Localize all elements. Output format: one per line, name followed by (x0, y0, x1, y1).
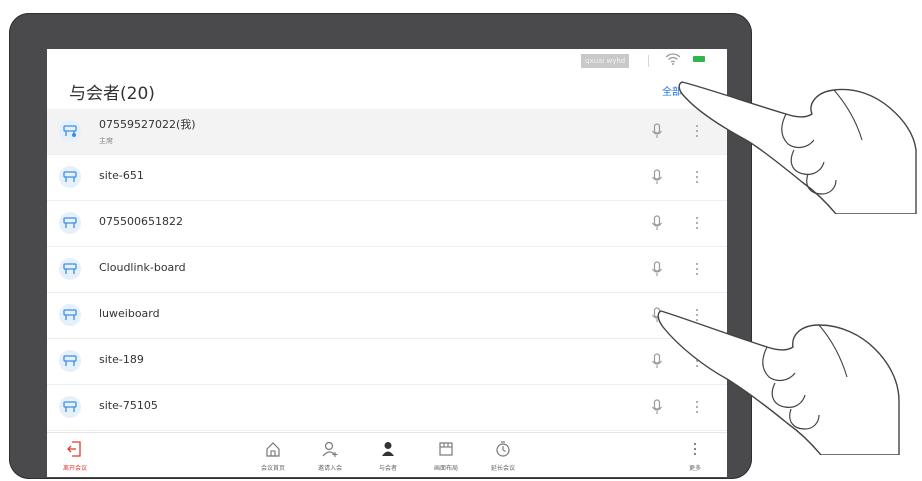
more-options-icon[interactable] (695, 215, 699, 231)
home-icon (266, 442, 280, 457)
device-icon (59, 120, 81, 142)
add-user-icon (322, 441, 338, 457)
device-icon (59, 166, 81, 188)
leave-meeting-label: 离开会议 (62, 465, 87, 472)
invite-button[interactable]: 邀请入会 (310, 433, 350, 477)
app-screen: qxuai wyhd 与会者(20) 全部静音 07559527022(我) 主… (47, 49, 727, 477)
layout-label: 画面布局 (433, 465, 458, 472)
participant-row[interactable]: Cloudlink-board (47, 247, 727, 293)
battery-icon (693, 56, 705, 62)
participant-name: site-651 (99, 169, 144, 182)
microphone-icon[interactable] (651, 261, 663, 277)
invite-label: 邀请入会 (317, 465, 342, 472)
participants-button[interactable]: 与会者 (368, 433, 408, 477)
participant-name: site-75105 (99, 399, 158, 412)
participant-row[interactable]: site-75105 (47, 385, 727, 431)
participant-name: site-189 (99, 353, 144, 366)
network-label: qxuai wyhd (581, 54, 630, 68)
person-icon (382, 442, 394, 456)
device-icon (59, 396, 81, 418)
layout-icon (439, 442, 453, 456)
device-icon (59, 350, 81, 372)
page-title: 与会者(20) (69, 84, 155, 104)
wifi-icon (665, 53, 681, 65)
participants-label: 与会者 (378, 465, 397, 472)
extend-meeting-button[interactable]: 延长会议 (483, 433, 523, 477)
page-header: 与会者(20) 全部静音 (47, 71, 727, 111)
more-options-icon[interactable] (695, 261, 699, 277)
pointing-hand-icon (678, 81, 917, 214)
status-bar: qxuai wyhd (47, 49, 727, 69)
layout-button[interactable]: 画面布局 (426, 433, 466, 477)
participant-row[interactable]: luweiboard (47, 293, 727, 339)
participant-row[interactable]: site-651 (47, 155, 727, 201)
status-divider (648, 55, 649, 67)
tablet-frame: qxuai wyhd 与会者(20) 全部静音 07559527022(我) 主… (9, 13, 752, 479)
timer-icon (496, 441, 510, 457)
participant-role: 主席 (99, 137, 113, 145)
participant-row[interactable]: 075500651822 (47, 201, 727, 247)
device-icon (59, 304, 81, 326)
microphone-icon[interactable] (651, 169, 663, 185)
device-icon (59, 258, 81, 280)
participant-row[interactable]: site-189 (47, 339, 727, 385)
participant-name: luweiboard (99, 307, 160, 320)
extend-meeting-label: 延长会议 (490, 465, 515, 472)
meeting-home-button[interactable]: 会议首页 (253, 433, 293, 477)
meeting-home-label: 会议首页 (260, 465, 285, 472)
device-icon (59, 212, 81, 234)
bottom-toolbar: 离开会议 会议首页 邀请入会 与会者 画面布局 延长会议 更多 (47, 432, 727, 477)
more-label: 更多 (688, 465, 701, 472)
microphone-icon[interactable] (651, 123, 663, 139)
exit-icon (67, 441, 81, 457)
leave-meeting-button[interactable]: 离开会议 (55, 433, 95, 477)
microphone-icon[interactable] (651, 215, 663, 231)
participant-name: 075500651822 (99, 215, 183, 228)
participant-name: Cloudlink-board (99, 261, 186, 274)
participant-row[interactable]: 07559527022(我) 主席 (47, 109, 727, 155)
pointing-hand-icon (657, 310, 900, 455)
participant-name: 07559527022(我) (99, 118, 196, 131)
